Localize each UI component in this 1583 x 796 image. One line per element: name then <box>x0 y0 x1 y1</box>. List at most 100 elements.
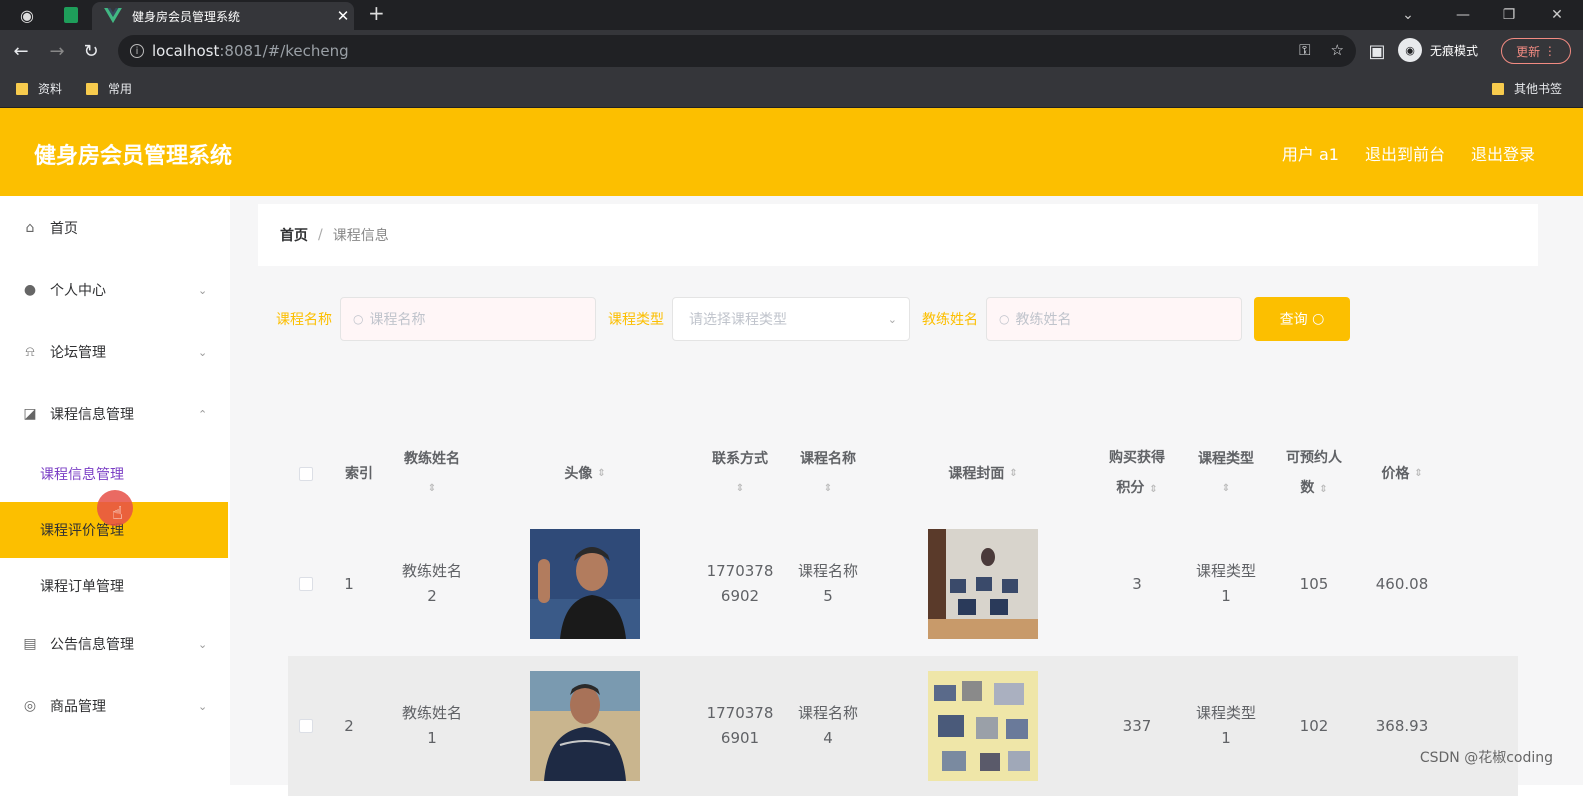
submenu-course-order[interactable]: 课程订单管理 <box>0 558 228 614</box>
sidebar-item-notice[interactable]: ▤ 公告信息管理 ⌄ <box>0 614 228 674</box>
header-label: 价格 <box>1381 459 1409 489</box>
new-tab-icon[interactable]: + <box>368 1 385 25</box>
header-cover[interactable]: 课程封面 ⇕ <box>928 434 1038 514</box>
browser-tab-active[interactable]: 健身房会员管理系统 ✕ <box>92 2 354 30</box>
chrome-menu-icon[interactable]: ◉ <box>12 0 42 30</box>
sidebar-item-home[interactable]: ⌂ 首页 <box>0 198 228 258</box>
bookmark-star-icon[interactable]: ☆ <box>1331 41 1344 59</box>
incognito-indicator[interactable]: ◉ 无痕模式 <box>1398 38 1478 62</box>
sort-icon[interactable]: ⇕ <box>1319 484 1327 495</box>
header-course-type[interactable]: 课程类型 ⇕ <box>1186 434 1266 514</box>
other-bookmarks[interactable]: 其他书签 <box>1492 80 1562 97</box>
cell-capacity: 102 <box>1274 656 1354 796</box>
sort-icon[interactable]: ⇕ <box>1149 484 1157 495</box>
cell-text: 4 <box>823 726 833 751</box>
site-info-icon[interactable]: i <box>130 44 144 58</box>
sidebar-item-forum[interactable]: ⍾ 论坛管理 ⌄ <box>0 322 228 382</box>
sidebar-item-goods[interactable]: ◎ 商品管理 ⌄ <box>0 676 228 736</box>
course-name-input[interactable]: ○ 课程名称 <box>340 297 596 341</box>
header-avatar[interactable]: 头像 ⇕ <box>530 434 640 514</box>
sort-icon[interactable]: ⇕ <box>1414 459 1422 489</box>
header-price[interactable]: 价格 ⇕ <box>1362 434 1442 514</box>
sort-icon[interactable]: ⇕ <box>428 474 436 504</box>
sort-icon[interactable]: ⇕ <box>1222 474 1230 504</box>
back-icon[interactable]: ← <box>8 38 34 64</box>
cell-contact: 1770378 6902 <box>700 514 780 654</box>
address-bar[interactable]: i localhost:8081/#/kecheng ⚿ ☆ <box>118 35 1356 67</box>
bell-icon: ⍾ <box>22 344 38 360</box>
key-icon[interactable]: ⚿ <box>1299 41 1310 59</box>
sort-icon[interactable]: ⇕ <box>1009 459 1017 489</box>
coach-avatar-image[interactable] <box>530 671 640 781</box>
folder-icon <box>86 83 98 95</box>
header-label: 课程名称 <box>800 444 856 474</box>
incognito-icon: ◉ <box>1398 38 1422 62</box>
coach-avatar-image[interactable] <box>530 529 640 639</box>
clipboard-icon: ▤ <box>22 636 38 652</box>
hand-cursor-icon: ☝ <box>112 503 123 524</box>
forward-icon[interactable]: → <box>44 38 70 64</box>
sidebar-item-label: 商品管理 <box>50 696 198 716</box>
cell-text: 教练姓名 <box>402 559 462 584</box>
cell-text: 1 <box>1221 584 1231 609</box>
coach-name-input[interactable]: ○ 教练姓名 <box>986 297 1242 341</box>
tab-title: 健身房会员管理系统 <box>132 8 332 25</box>
table-row[interactable]: 1 教练姓名 2 1770378 6902 课程名称 <box>288 514 1518 654</box>
restore-icon[interactable]: ❐ <box>1484 0 1534 30</box>
tab-close-icon[interactable]: ✕ <box>332 7 354 25</box>
cell-text: 1 <box>1221 726 1231 751</box>
breadcrumb-home[interactable]: 首页 <box>280 225 308 245</box>
header-course-name[interactable]: 课程名称 ⇕ <box>788 434 868 514</box>
sidebar-item-course-info[interactable]: ◪ 课程信息管理 ⌃ <box>0 384 228 444</box>
reload-icon[interactable]: ↻ <box>78 38 104 64</box>
cell-index: 2 <box>334 656 364 796</box>
tab-search-icon[interactable]: ⌄ <box>1383 0 1433 30</box>
cell-price: 368.93 <box>1362 656 1442 796</box>
header-points[interactable]: 购买获得 积分 ⇕ <box>1096 434 1178 514</box>
side-panel-icon[interactable]: ▣ <box>1364 38 1390 64</box>
cell-avatar <box>530 656 640 796</box>
window-close-icon[interactable]: ✕ <box>1532 0 1582 30</box>
course-type-placeholder: 请选择课程类型 <box>689 309 787 329</box>
url-host: localhost <box>152 42 219 60</box>
back-to-front-link[interactable]: 退出到前台 <box>1365 141 1445 165</box>
sort-icon[interactable]: ⇕ <box>597 459 605 489</box>
header-label: 课程封面 <box>948 459 1004 489</box>
bookmark-folder-changyong[interactable]: 常用 <box>86 80 132 97</box>
header-capacity[interactable]: 可预约人 数 ⇕ <box>1274 434 1354 514</box>
app-header: 健身房会员管理系统 用户 a1 退出到前台 退出登录 <box>0 108 1583 196</box>
bookmark-label: 资料 <box>38 80 62 97</box>
cell-course-type: 课程类型 1 <box>1186 514 1266 654</box>
search-icon: ○ <box>999 312 1009 326</box>
course-cover-image[interactable] <box>928 529 1038 639</box>
cell-text: 教练姓名 <box>402 701 462 726</box>
breadcrumb: 首页 / 课程信息 <box>258 204 1538 266</box>
coach-name-placeholder: 教练姓名 <box>1015 309 1071 329</box>
sort-icon[interactable]: ⇕ <box>736 474 744 504</box>
bookmark-folder-ziliao[interactable]: 资料 <box>16 80 62 97</box>
search-icon: ○ <box>353 312 363 326</box>
row-checkbox[interactable] <box>299 719 313 733</box>
sort-icon[interactable]: ⇕ <box>824 474 832 504</box>
update-button[interactable]: 更新 ⋮ <box>1501 38 1571 64</box>
logout-link[interactable]: 退出登录 <box>1471 141 1535 165</box>
search-icon: ○ <box>1312 311 1324 327</box>
header-contact[interactable]: 联系方式 ⇕ <box>700 434 780 514</box>
course-cover-image[interactable] <box>928 671 1038 781</box>
select-all-checkbox[interactable] <box>299 467 313 481</box>
sheets-tab-icon[interactable] <box>56 0 86 30</box>
cell-avatar <box>530 514 640 654</box>
cell-cover <box>928 656 1038 796</box>
chevron-up-icon: ⌃ <box>198 408 228 421</box>
course-type-select[interactable]: 请选择课程类型 ⌄ <box>672 297 910 341</box>
table-row[interactable]: 2 教练姓名 1 1770378 6901 课程名称 <box>288 656 1518 796</box>
header-coach-name[interactable]: 教练姓名 ⇕ <box>392 434 472 514</box>
cell-course-name: 课程名称 4 <box>788 656 868 796</box>
row-checkbox[interactable] <box>299 577 313 591</box>
cell-text: 5 <box>823 584 833 609</box>
cell-contact: 1770378 6901 <box>700 656 780 796</box>
sidebar-item-personal-center[interactable]: ● 个人中心 ⌄ <box>0 260 228 320</box>
query-button[interactable]: 查询 ○ <box>1254 297 1350 341</box>
minimize-icon[interactable]: — <box>1438 0 1488 30</box>
cell-text: 1770378 <box>707 559 774 584</box>
